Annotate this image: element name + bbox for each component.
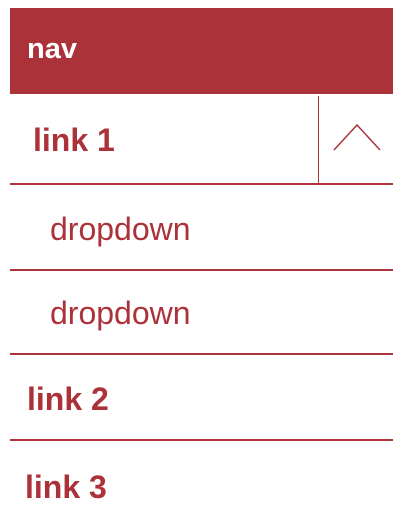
nav-item-label[interactable]: link 2 <box>27 379 109 419</box>
dropdown-toggle[interactable] <box>318 96 393 183</box>
nav-item-label[interactable]: link 3 <box>25 467 107 507</box>
chevron-up-icon <box>333 123 381 151</box>
dropdown-item-2[interactable]: dropdown <box>10 271 393 355</box>
dropdown-item-label[interactable]: dropdown <box>50 293 191 333</box>
dropdown-item-1[interactable]: dropdown <box>10 185 393 271</box>
nav-item-link-2[interactable]: link 2 <box>10 355 393 441</box>
nav-item-link-3[interactable]: link 3 <box>10 441 393 506</box>
nav-header: nav <box>10 8 393 94</box>
nav-item-label[interactable]: link 1 <box>33 120 115 160</box>
nav-title: nav <box>27 33 77 65</box>
dropdown-item-label[interactable]: dropdown <box>50 209 191 249</box>
nav-item-link-1[interactable]: link 1 <box>10 96 393 185</box>
